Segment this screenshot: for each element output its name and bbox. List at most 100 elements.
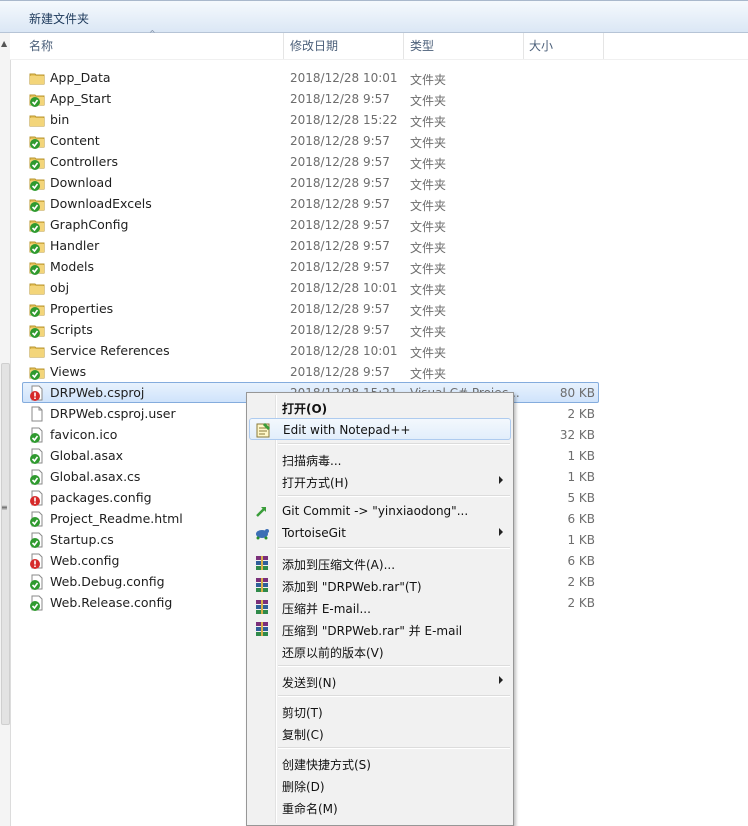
file-date: 2018/12/28 10:01 bbox=[290, 281, 398, 295]
file-row[interactable]: App_Start 2018/12/28 9:57 文件夹 bbox=[22, 88, 599, 109]
file-modified-icon bbox=[29, 490, 45, 506]
file-date: 2018/12/28 9:57 bbox=[290, 239, 390, 253]
file-type: 文件夹 bbox=[410, 283, 447, 297]
file-name: Properties bbox=[50, 301, 114, 316]
file-row[interactable]: Content 2018/12/28 9:57 文件夹 bbox=[22, 130, 599, 151]
column-size[interactable]: 大小 bbox=[529, 33, 604, 59]
file-git-icon bbox=[29, 469, 45, 485]
submenu-arrow-icon bbox=[499, 476, 503, 484]
menu-restore-versions[interactable]: 还原以前的版本(V) bbox=[249, 640, 511, 662]
menu-add-rar[interactable]: 添加到 "DRPWeb.rar"(T) bbox=[249, 574, 511, 596]
file-row[interactable]: DownloadExcels 2018/12/28 9:57 文件夹 bbox=[22, 193, 599, 214]
file-date: 2018/12/28 9:57 bbox=[290, 260, 390, 274]
file-name: App_Data bbox=[50, 70, 111, 85]
file-row[interactable]: Controllers 2018/12/28 9:57 文件夹 bbox=[22, 151, 599, 172]
menu-create-shortcut[interactable]: 创建快捷方式(S) bbox=[249, 752, 511, 774]
folder-git-icon bbox=[29, 301, 45, 317]
file-date: 2018/12/28 9:57 bbox=[290, 176, 390, 190]
file-name: Web.Debug.config bbox=[50, 574, 165, 589]
file-name: Scripts bbox=[50, 322, 93, 337]
file-row[interactable]: Service References 2018/12/28 10:01 文件夹 bbox=[22, 340, 599, 361]
menu-git-commit[interactable]: Git Commit -> "yinxiaodong"... bbox=[249, 500, 511, 522]
file-size: 2 KB bbox=[567, 596, 595, 610]
file-type: 文件夹 bbox=[410, 367, 447, 381]
file-row[interactable]: Scripts 2018/12/28 9:57 文件夹 bbox=[22, 319, 599, 340]
file-type: 文件夹 bbox=[410, 178, 447, 192]
file-name: Global.asax.cs bbox=[50, 469, 141, 484]
file-type: 文件夹 bbox=[410, 94, 447, 108]
folder-git-icon bbox=[29, 175, 45, 191]
folder-git-icon bbox=[29, 91, 45, 107]
file-size: 2 KB bbox=[567, 575, 595, 589]
file-icon bbox=[29, 406, 45, 422]
file-row[interactable]: Download 2018/12/28 9:57 文件夹 bbox=[22, 172, 599, 193]
file-row[interactable]: GraphConfig 2018/12/28 9:57 文件夹 bbox=[22, 214, 599, 235]
menu-rename[interactable]: 重命名(M) bbox=[249, 796, 511, 818]
winrar-icon bbox=[254, 621, 270, 637]
git-commit-icon bbox=[254, 503, 270, 519]
menu-zip-rar-email[interactable]: 压缩到 "DRPWeb.rar" 并 E-mail bbox=[249, 618, 511, 640]
menu-scan-virus[interactable]: 扫描病毒... bbox=[249, 448, 511, 470]
folder-icon bbox=[29, 343, 45, 359]
file-git-icon bbox=[29, 574, 45, 590]
file-name: DRPWeb.csproj.user bbox=[50, 406, 176, 421]
scroll-thumb[interactable] bbox=[1, 363, 10, 725]
file-type: 文件夹 bbox=[410, 199, 447, 213]
column-name[interactable]: 名称 bbox=[29, 33, 284, 59]
scroll-grip-icon: ≡ bbox=[1, 503, 8, 512]
column-type[interactable]: 类型 bbox=[410, 33, 524, 59]
menu-tortoisegit[interactable]: TortoiseGit bbox=[249, 522, 511, 544]
file-size: 5 KB bbox=[567, 491, 595, 505]
file-type: 文件夹 bbox=[410, 220, 447, 234]
file-name: Content bbox=[50, 133, 100, 148]
file-name: bin bbox=[50, 112, 70, 127]
menu-add-archive[interactable]: 添加到压缩文件(A)... bbox=[249, 552, 511, 574]
menu-zip-email[interactable]: 压缩并 E-mail... bbox=[249, 596, 511, 618]
file-date: 2018/12/28 15:22 bbox=[290, 113, 398, 127]
scroll-up-icon[interactable]: ▲ bbox=[1, 39, 7, 48]
file-name: Models bbox=[50, 259, 95, 274]
file-row[interactable]: Handler 2018/12/28 9:57 文件夹 bbox=[22, 235, 599, 256]
file-name: DownloadExcels bbox=[50, 196, 152, 211]
file-git-icon bbox=[29, 532, 45, 548]
file-date: 2018/12/28 10:01 bbox=[290, 71, 398, 85]
file-date: 2018/12/28 9:57 bbox=[290, 134, 390, 148]
file-type: 文件夹 bbox=[410, 262, 447, 276]
file-name: DRPWeb.csproj bbox=[50, 385, 145, 400]
file-row[interactable]: Models 2018/12/28 9:57 文件夹 bbox=[22, 256, 599, 277]
folder-git-icon bbox=[29, 364, 45, 380]
menu-cut[interactable]: 剪切(T) bbox=[249, 700, 511, 722]
file-name: Controllers bbox=[50, 154, 118, 169]
menu-delete[interactable]: 删除(D) bbox=[249, 774, 511, 796]
file-name: Views bbox=[50, 364, 87, 379]
file-modified-icon bbox=[29, 385, 45, 401]
file-type: 文件夹 bbox=[410, 325, 447, 339]
file-size: 1 KB bbox=[567, 533, 595, 547]
menu-send-to[interactable]: 发送到(N) bbox=[249, 670, 511, 692]
folder-git-icon bbox=[29, 217, 45, 233]
file-size: 32 KB bbox=[559, 428, 595, 442]
file-type: 文件夹 bbox=[410, 346, 447, 360]
menu-copy[interactable]: 复制(C) bbox=[249, 722, 511, 744]
file-row[interactable]: App_Data 2018/12/28 10:01 文件夹 bbox=[22, 67, 599, 88]
menu-open[interactable]: 打开(O) bbox=[249, 396, 511, 418]
new-folder-button[interactable]: 新建文件夹 bbox=[29, 10, 89, 27]
file-git-icon bbox=[29, 595, 45, 611]
file-name: Service References bbox=[50, 343, 170, 358]
file-name: Handler bbox=[50, 238, 100, 253]
file-name: Web.Release.config bbox=[50, 595, 173, 610]
file-name: Project_Readme.html bbox=[50, 511, 183, 526]
folder-git-icon bbox=[29, 238, 45, 254]
file-row[interactable]: obj 2018/12/28 10:01 文件夹 bbox=[22, 277, 599, 298]
scrollbar[interactable]: ▲ ≡ bbox=[0, 33, 11, 826]
menu-edit-notepad[interactable]: Edit with Notepad++ bbox=[249, 418, 511, 440]
file-size: 6 KB bbox=[567, 554, 595, 568]
menu-open-with[interactable]: 打开方式(H) bbox=[249, 470, 511, 492]
file-row[interactable]: Views 2018/12/28 9:57 文件夹 bbox=[22, 361, 599, 382]
file-name: favicon.ico bbox=[50, 427, 118, 442]
file-row[interactable]: bin 2018/12/28 15:22 文件夹 bbox=[22, 109, 599, 130]
file-type: 文件夹 bbox=[410, 73, 447, 87]
submenu-arrow-icon bbox=[499, 676, 503, 684]
file-row[interactable]: Properties 2018/12/28 9:57 文件夹 bbox=[22, 298, 599, 319]
column-date[interactable]: 修改日期 bbox=[290, 33, 404, 59]
